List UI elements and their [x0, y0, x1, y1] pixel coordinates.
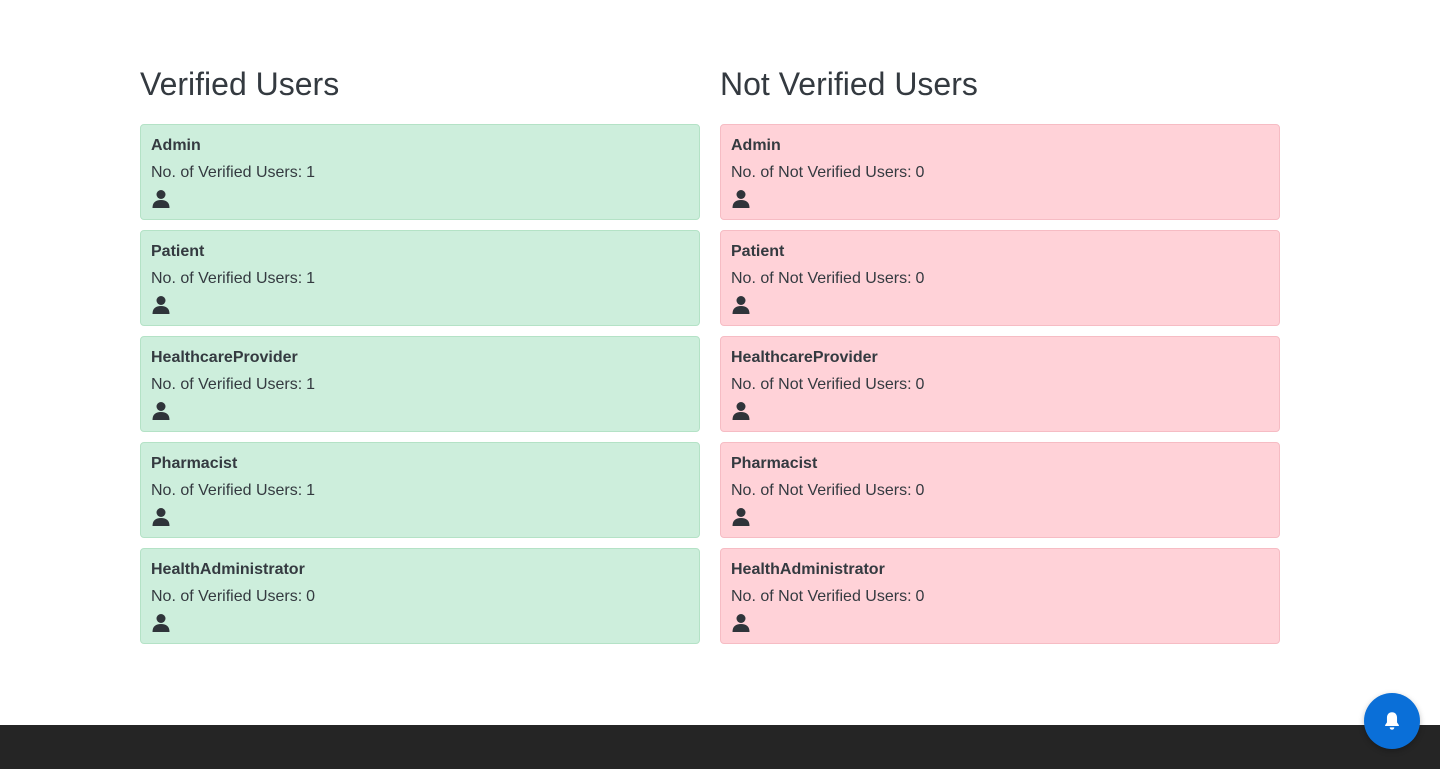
not-verified-card-pharmacist: Pharmacist No. of Not Verified Users: 0 [720, 442, 1280, 538]
not-verified-users-title: Not Verified Users [720, 66, 978, 102]
card-count-line: No. of Not Verified Users: 0 [731, 269, 1269, 289]
card-count-value: 0 [306, 588, 316, 605]
card-role: Patient [731, 243, 785, 260]
user-icon [732, 402, 750, 420]
card-count-line: No. of Verified Users: 1 [151, 481, 689, 501]
card-count-value: 1 [306, 482, 316, 499]
user-icon [152, 296, 170, 314]
card-count-line: No. of Verified Users: 0 [151, 587, 689, 607]
card-count-line: No. of Verified Users: 1 [151, 269, 689, 289]
user-icon [152, 402, 170, 420]
not-verified-card-healthcare-provider: HealthcareProvider No. of Not Verified U… [720, 336, 1280, 432]
not-verified-card-health-administrator: HealthAdministrator No. of Not Verified … [720, 548, 1280, 644]
not-verified-card-admin: Admin No. of Not Verified Users: 0 [720, 124, 1280, 220]
card-role: Pharmacist [731, 455, 818, 472]
card-role: HealthcareProvider [731, 349, 878, 366]
verified-card-pharmacist: Pharmacist No. of Verified Users: 1 [140, 442, 700, 538]
card-count-line: No. of Verified Users: 1 [151, 375, 689, 395]
card-role: Admin [151, 137, 201, 154]
card-count-label: No. of Verified Users: [151, 482, 303, 499]
card-count-value: 1 [306, 270, 316, 287]
not-verified-card-patient: Patient No. of Not Verified Users: 0 [720, 230, 1280, 326]
verified-card-patient: Patient No. of Verified Users: 1 [140, 230, 700, 326]
verified-card-health-administrator: HealthAdministrator No. of Verified User… [140, 548, 700, 644]
card-count-value: 1 [306, 376, 316, 393]
card-count-line: No. of Not Verified Users: 0 [731, 481, 1269, 501]
card-count-label: No. of Not Verified Users: [731, 164, 912, 181]
footer [0, 725, 1440, 769]
user-icon [732, 614, 750, 632]
card-count-line: No. of Not Verified Users: 0 [731, 375, 1269, 395]
verified-users-column: Verified Users Admin No. of Verified Use… [140, 0, 700, 654]
user-icon [732, 296, 750, 314]
user-icon [152, 614, 170, 632]
user-icon [732, 190, 750, 208]
card-count-value: 0 [915, 376, 925, 393]
user-icon [732, 508, 750, 526]
card-count-label: No. of Verified Users: [151, 164, 303, 181]
card-count-label: No. of Not Verified Users: [731, 270, 912, 287]
card-role: Pharmacist [151, 455, 238, 472]
verified-card-admin: Admin No. of Verified Users: 1 [140, 124, 700, 220]
card-count-value: 1 [306, 164, 316, 181]
card-count-label: No. of Not Verified Users: [731, 588, 912, 605]
card-role: Admin [731, 137, 781, 154]
user-icon [152, 508, 170, 526]
card-count-label: No. of Not Verified Users: [731, 376, 912, 393]
card-count-line: No. of Not Verified Users: 0 [731, 587, 1269, 607]
card-count-label: No. of Not Verified Users: [731, 482, 912, 499]
users-overview: Verified Users Admin No. of Verified Use… [140, 0, 1280, 654]
card-count-label: No. of Verified Users: [151, 270, 303, 287]
card-count-value: 0 [915, 482, 925, 499]
card-count-value: 0 [915, 270, 925, 287]
not-verified-users-column: Not Verified Users Admin No. of Not Veri… [720, 0, 1280, 654]
notification-button[interactable] [1364, 693, 1420, 749]
card-role: HealthAdministrator [151, 561, 305, 578]
card-role: Patient [151, 243, 205, 260]
card-count-line: No. of Not Verified Users: 0 [731, 163, 1269, 183]
card-count-value: 0 [915, 164, 925, 181]
card-role: HealthAdministrator [731, 561, 885, 578]
card-role: HealthcareProvider [151, 349, 298, 366]
bell-icon [1385, 712, 1399, 730]
user-icon [152, 190, 170, 208]
verified-card-healthcare-provider: HealthcareProvider No. of Verified Users… [140, 336, 700, 432]
card-count-line: No. of Verified Users: 1 [151, 163, 689, 183]
verified-users-title: Verified Users [140, 66, 340, 102]
card-count-value: 0 [915, 588, 925, 605]
card-count-label: No. of Verified Users: [151, 588, 303, 605]
card-count-label: No. of Verified Users: [151, 376, 303, 393]
